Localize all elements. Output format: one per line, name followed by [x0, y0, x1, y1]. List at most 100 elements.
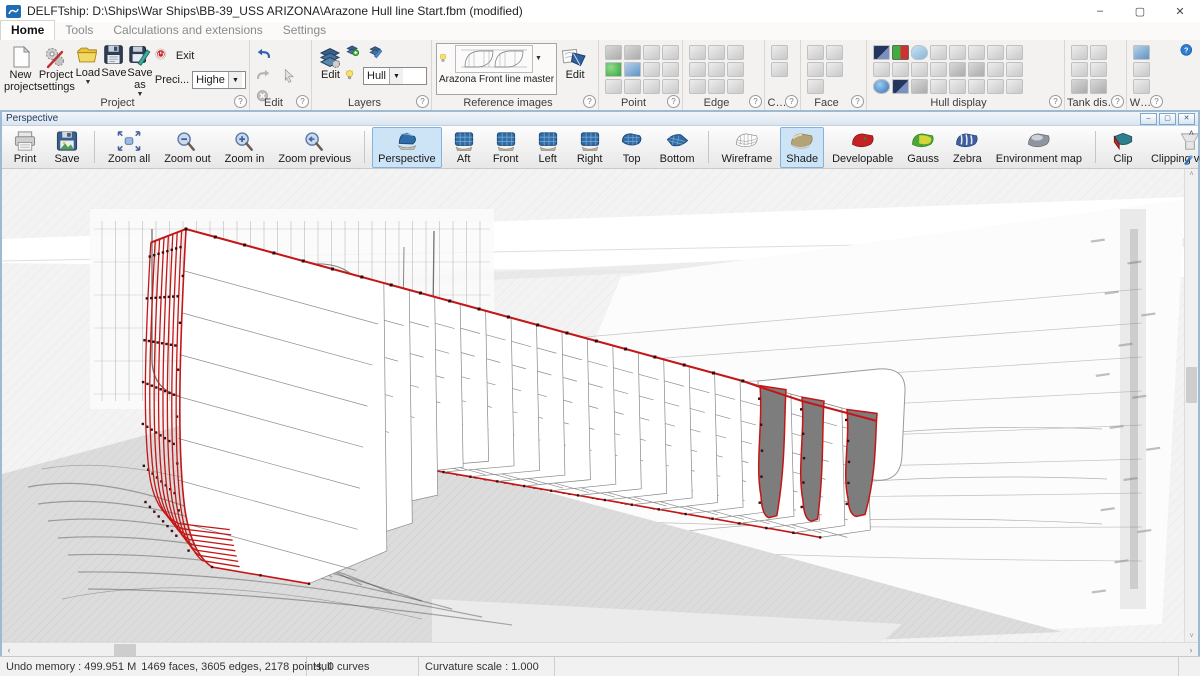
hull-display-tool-icon[interactable] [873, 45, 890, 60]
reference-edit-button[interactable]: Edit [557, 43, 593, 82]
face-tool-icon[interactable] [826, 45, 843, 60]
top-button[interactable]: Top [612, 127, 652, 168]
redo-icon[interactable] [256, 67, 276, 85]
help-icon[interactable]: ? [1179, 42, 1196, 59]
menu-tab-calculations-and-extensions[interactable]: Calculations and extensions [103, 21, 272, 40]
hull-display-tool-icon[interactable] [949, 79, 966, 94]
menu-tab-settings[interactable]: Settings [273, 21, 336, 40]
tank-tool-icon[interactable] [1090, 79, 1107, 94]
precision-combo[interactable]: Highe ▼ [192, 71, 246, 89]
point-tool-icon[interactable] [643, 62, 660, 77]
face-help-icon[interactable]: ? [851, 95, 864, 108]
view-close-button[interactable]: ✕ [1178, 113, 1195, 125]
point-tool-icon[interactable] [643, 79, 660, 94]
toolbar-pin-icon[interactable] [1182, 154, 1194, 166]
scroll-right-icon[interactable]: › [1184, 645, 1198, 655]
face-tool-icon[interactable] [807, 45, 824, 60]
hull-display-tool-icon[interactable] [930, 79, 947, 94]
window-tool-icon[interactable] [1133, 79, 1150, 94]
point-tool-icon[interactable] [624, 79, 641, 94]
edge-tool-icon[interactable] [708, 62, 725, 77]
tank-tool-icon[interactable] [1071, 45, 1088, 60]
edge-tool-icon[interactable] [689, 62, 706, 77]
curve-tool-icon[interactable] [771, 62, 788, 77]
print-button[interactable]: Print [5, 127, 45, 168]
curve-tool-icon[interactable] [771, 45, 788, 60]
edge-tool-icon[interactable] [708, 79, 725, 94]
layer-edit-icon[interactable] [368, 43, 388, 61]
project-settings-button[interactable]: Project settings [37, 43, 75, 93]
hull-display-tool-icon[interactable] [987, 79, 1004, 94]
layer-visibility-bulb-icon[interactable] [345, 66, 361, 86]
point-tool-icon[interactable] [662, 79, 679, 94]
window-group-help-icon[interactable]: ? [1150, 95, 1163, 108]
reference-image-selector[interactable]: ▼ Arazona Front line master [436, 43, 557, 95]
hull-display-tool-icon[interactable] [968, 62, 985, 77]
zebra-button[interactable]: Zebra [947, 127, 988, 168]
face-tool-icon[interactable] [826, 62, 843, 77]
right-button[interactable]: Right [570, 127, 610, 168]
edge-tool-icon[interactable] [727, 62, 744, 77]
select-cursor-icon[interactable] [281, 67, 301, 85]
new-project-button[interactable]: New project [4, 43, 37, 93]
exit-button[interactable]: Exit [155, 47, 246, 65]
menu-tab-home[interactable]: Home [0, 20, 55, 40]
zoom-in-button[interactable]: Zoom in [219, 127, 271, 168]
layers-help-icon[interactable]: ? [416, 95, 429, 108]
hull-surface-icon[interactable] [911, 45, 928, 60]
zoom-previous-button[interactable]: Zoom previous [272, 127, 357, 168]
window-tool-icon[interactable] [1133, 62, 1150, 77]
hull-display-tool-icon[interactable] [949, 62, 966, 77]
menu-tab-tools[interactable]: Tools [55, 21, 103, 40]
hull-display-tool-icon[interactable] [892, 79, 909, 94]
project-help-icon[interactable]: ? [234, 95, 247, 108]
zoom-out-button[interactable]: Zoom out [158, 127, 216, 168]
point-tool-icon[interactable] [605, 79, 622, 94]
scroll-down-icon[interactable]: ˅ [1185, 631, 1198, 642]
hull-display-tool-icon[interactable] [987, 62, 1004, 77]
point-tool-icon[interactable] [624, 62, 641, 77]
precision-dropdown-icon[interactable]: ▼ [228, 72, 242, 88]
close-button[interactable]: ✕ [1160, 0, 1200, 22]
scroll-left-icon[interactable]: ‹ [2, 645, 16, 655]
hull-display-tool-icon[interactable] [968, 45, 985, 60]
edge-help-icon[interactable]: ? [749, 95, 762, 108]
curve-help-icon[interactable]: ? [785, 95, 798, 108]
edge-tool-icon[interactable] [689, 45, 706, 60]
front-button[interactable]: Front [486, 127, 526, 168]
point-help-icon[interactable]: ? [667, 95, 680, 108]
vertical-scrollbar[interactable]: ˄ ˅ [1184, 169, 1198, 642]
horizontal-scrollbar[interactable]: ‹ › [2, 642, 1198, 657]
tank-tool-icon[interactable] [1090, 45, 1107, 60]
view-minimize-button[interactable]: – [1140, 113, 1157, 125]
load-button[interactable]: Load ▼ [75, 43, 101, 87]
perspective-window-titlebar[interactable]: Perspective – ▢ ✕ [2, 112, 1198, 126]
edge-tool-icon[interactable] [727, 45, 744, 60]
edge-tool-icon[interactable] [708, 45, 725, 60]
vertical-scroll-thumb[interactable] [1186, 367, 1197, 403]
edge-tool-icon[interactable] [727, 79, 744, 94]
point-tool-icon[interactable] [662, 62, 679, 77]
tank-display-help-icon[interactable]: ? [1111, 95, 1124, 108]
edit-help-icon[interactable]: ? [296, 95, 309, 108]
reference-dropdown-icon[interactable]: ▼ [535, 55, 542, 63]
point-tool-icon[interactable] [662, 45, 679, 60]
hull-intersections-icon[interactable] [892, 45, 909, 60]
face-tool-icon[interactable] [807, 79, 824, 94]
window-tool-icon[interactable] [1133, 45, 1150, 60]
reference-images-help-icon[interactable]: ? [583, 95, 596, 108]
hull-display-tool-icon[interactable] [1006, 45, 1023, 60]
developable-button[interactable]: Developable [826, 127, 899, 168]
face-tool-icon[interactable] [807, 62, 824, 77]
wireframe-button[interactable]: Wireframe [716, 127, 779, 168]
active-layer-dropdown-icon[interactable]: ▼ [389, 68, 403, 84]
viewport-3d[interactable]: ˄ ˅ [2, 169, 1198, 642]
point-tool-icon[interactable] [643, 45, 660, 60]
reference-bulb-icon[interactable] [439, 50, 453, 68]
hull-display-tool-icon[interactable] [930, 62, 947, 77]
perspective-button[interactable]: Perspective [372, 127, 441, 168]
save-button[interactable]: Save [101, 43, 127, 79]
hull-display-tool-icon[interactable] [892, 62, 909, 77]
tank-tool-icon[interactable] [1090, 62, 1107, 77]
minimize-button[interactable]: – [1080, 0, 1120, 22]
